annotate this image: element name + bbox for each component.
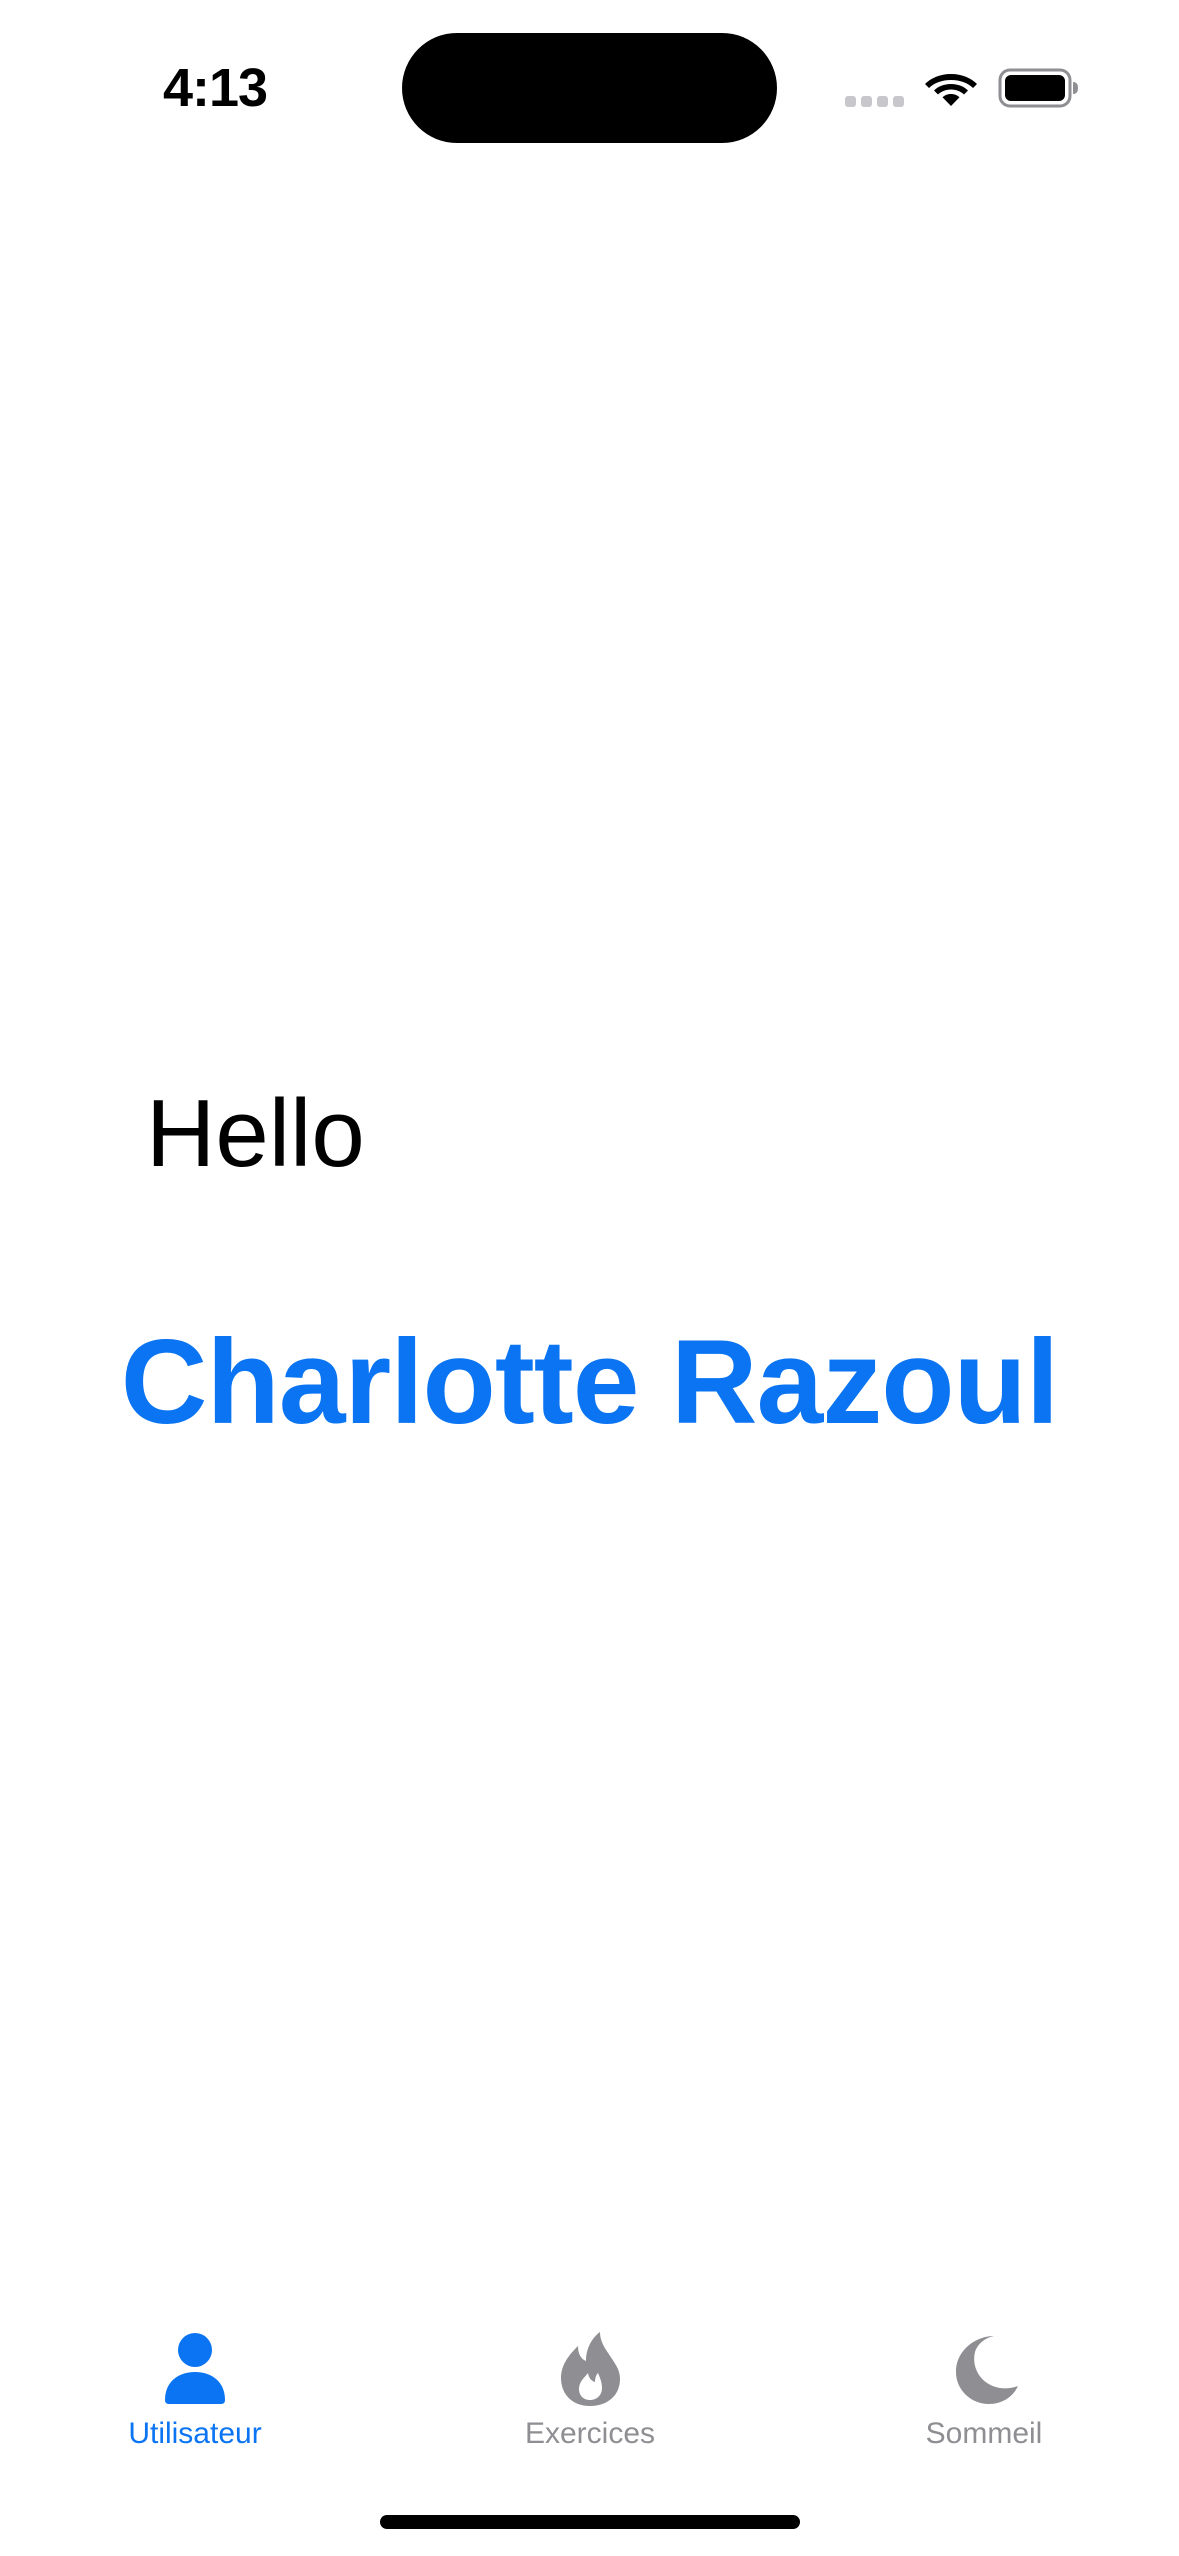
greeting-text: Hello: [146, 1080, 365, 1187]
tab-label-utilisateur: Utilisateur: [128, 2417, 262, 2450]
battery-icon: [998, 68, 1078, 108]
tab-label-exercices: Exercices: [524, 2417, 656, 2450]
home-indicator[interactable]: [380, 2515, 800, 2529]
wifi-icon: [925, 74, 977, 106]
status-time: 4:13: [163, 58, 268, 118]
tab-sommeil[interactable]: Sommeil: [834, 2300, 1134, 2460]
tab-exercices[interactable]: Exercices: [440, 2300, 740, 2460]
dynamic-island: [402, 33, 777, 143]
tab-utilisateur[interactable]: Utilisateur: [45, 2300, 345, 2460]
cellular-signal-icon: [845, 96, 905, 108]
tab-bar: Utilisateur Exercices Sommeil: [0, 2300, 1179, 2500]
flame-icon: [561, 2332, 620, 2406]
app-screen: 4:13 Hello Charlotte Razoul Utilisateur: [0, 0, 1179, 2556]
user-name: Charlotte Razoul: [120, 1315, 1059, 1449]
person-icon: [165, 2333, 225, 2404]
moon-icon: [956, 2336, 1018, 2404]
tab-label-sommeil: Sommeil: [925, 2417, 1043, 2450]
